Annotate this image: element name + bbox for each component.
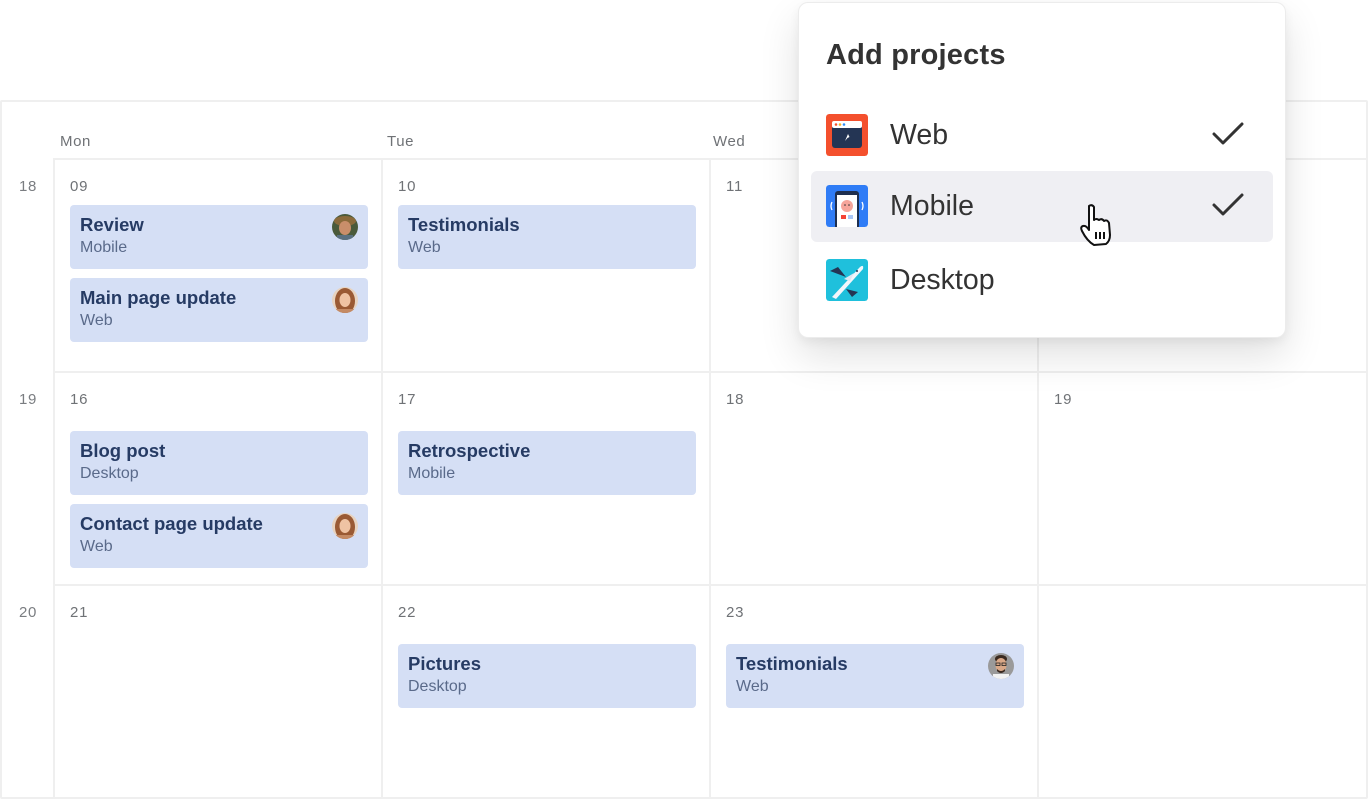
date-number: 19 [1054,391,1073,408]
add-projects-popup: Add projects Web Mobile Desktop [798,2,1286,338]
event-title: Review [80,214,144,235]
event-title: Pictures [408,653,482,674]
event-title: Retrospective [408,440,531,461]
checkmark-icon [1212,122,1244,145]
day-cell[interactable]: 23 Testimonials Web [711,586,1039,799]
day-cell[interactable]: 22 Pictures Desktop [383,586,711,799]
event-project: Mobile [408,465,456,482]
event-project: Desktop [80,465,139,482]
week-number: 20 [19,604,37,621]
date-number: 16 [70,391,89,408]
event-card[interactable]: Main page update Web [70,278,368,342]
event-project: Web [736,678,769,695]
event-project: Web [80,312,113,329]
day-cell[interactable]: 18 [711,373,1039,586]
event-project: Desktop [408,678,467,695]
avatar[interactable] [988,653,1014,679]
avatar[interactable] [332,214,358,240]
date-number: 23 [726,604,745,621]
smartphone-icon [826,185,868,227]
event-title: Blog post [80,440,166,461]
day-cell[interactable]: 09 Review Mobile Main page update Web [55,160,383,373]
browser-window-icon [826,114,868,156]
week-number: 18 [19,178,37,195]
checkmark-icon [1212,193,1244,216]
event-title: Contact page update [80,513,263,534]
date-number: 09 [70,178,89,195]
day-cell[interactable] [1039,586,1367,799]
date-number: 10 [398,178,417,195]
project-label: Mobile [890,190,974,222]
avatar[interactable] [332,513,358,539]
popup-title: Add projects [826,39,1006,71]
day-cell[interactable]: 10 Testimonials Web [383,160,711,373]
date-number: 21 [70,604,89,621]
event-card[interactable]: Pictures Desktop [398,644,696,708]
day-cell[interactable]: 21 [55,586,383,799]
day-cell[interactable]: 19 [1039,373,1367,586]
avatar[interactable] [332,287,358,313]
event-card[interactable]: Testimonials Web [398,205,696,269]
day-cell[interactable]: 16 Blog post Desktop Contact page update Web [55,373,383,586]
event-card[interactable]: Retrospective Mobile [398,431,696,495]
day-header-tue: Tue [387,133,415,150]
project-label: Desktop [890,264,995,296]
project-item-desktop[interactable]: Desktop [811,245,1273,316]
date-number: 17 [398,391,417,408]
date-number: 18 [726,391,745,408]
event-title: Testimonials [736,653,848,674]
event-card[interactable]: Review Mobile [70,205,368,269]
project-label: Web [890,119,949,151]
event-project: Mobile [80,239,128,256]
event-card[interactable]: Blog post Desktop [70,431,368,495]
day-header-wed: Wed [713,133,746,150]
event-title: Testimonials [408,214,520,235]
day-header-mon: Mon [60,133,91,150]
airplane-icon [826,259,868,301]
project-item-web[interactable]: Web [811,100,1273,171]
project-item-mobile[interactable]: Mobile [811,171,1273,242]
event-card[interactable]: Testimonials Web [726,644,1024,708]
week-number: 19 [19,391,37,408]
event-card[interactable]: Contact page update Web [70,504,368,568]
event-project: Web [80,538,113,555]
day-cell[interactable]: 17 Retrospective Mobile [383,373,711,586]
event-project: Web [408,239,441,256]
date-number: 11 [726,178,744,195]
date-number: 22 [398,604,417,621]
event-title: Main page update [80,287,237,308]
